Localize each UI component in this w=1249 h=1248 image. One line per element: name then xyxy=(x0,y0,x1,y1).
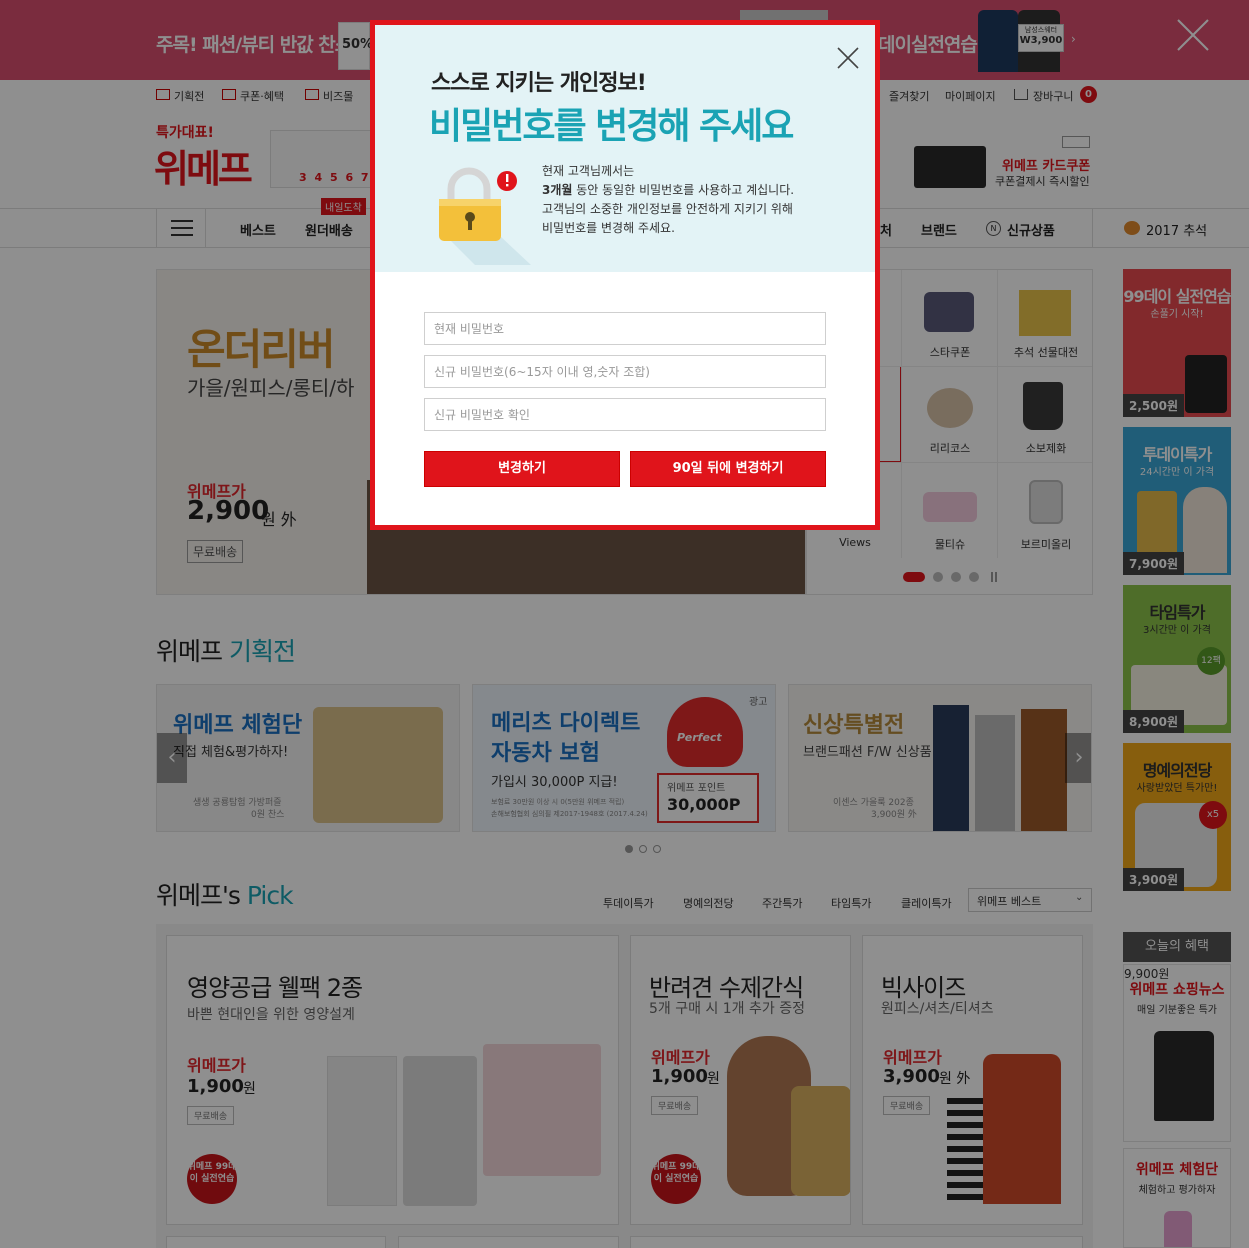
change-later-button[interactable]: 90일 뒤에 변경하기 xyxy=(630,451,826,487)
close-icon[interactable] xyxy=(837,47,859,69)
modal-line-2: 3개월 동안 동일한 비밀번호를 사용하고 계십니다. xyxy=(542,181,794,198)
current-password-input[interactable] xyxy=(424,312,826,345)
modal-heading-2: 비밀번호를 변경해 주세요 xyxy=(429,106,794,147)
modal-line-2-rest: 동안 동일한 비밀번호를 사용하고 계십니다. xyxy=(572,183,795,197)
modal-line-3: 고객님의 소중한 개인정보를 안전하게 지키기 위해 xyxy=(542,202,793,216)
modal-header-area: 스스로 지키는 개인정보! 비밀번호를 변경해 주세요 현재 고객님께서는 3개… xyxy=(375,25,875,272)
modal-line-1: 현재 고객님께서는 xyxy=(542,164,635,178)
modal-line-2-bold: 3개월 xyxy=(542,183,573,197)
modal-line-4: 비밀번호를 변경해 주세요. xyxy=(542,221,675,235)
change-password-button[interactable]: 변경하기 xyxy=(424,451,620,487)
password-change-modal: 스스로 지키는 개인정보! 비밀번호를 변경해 주세요 현재 고객님께서는 3개… xyxy=(370,20,880,530)
new-password-input[interactable] xyxy=(424,355,826,388)
modal-heading-1: 스스로 지키는 개인정보! xyxy=(431,71,647,96)
lock-icon xyxy=(435,165,531,265)
confirm-password-input[interactable] xyxy=(424,398,826,431)
